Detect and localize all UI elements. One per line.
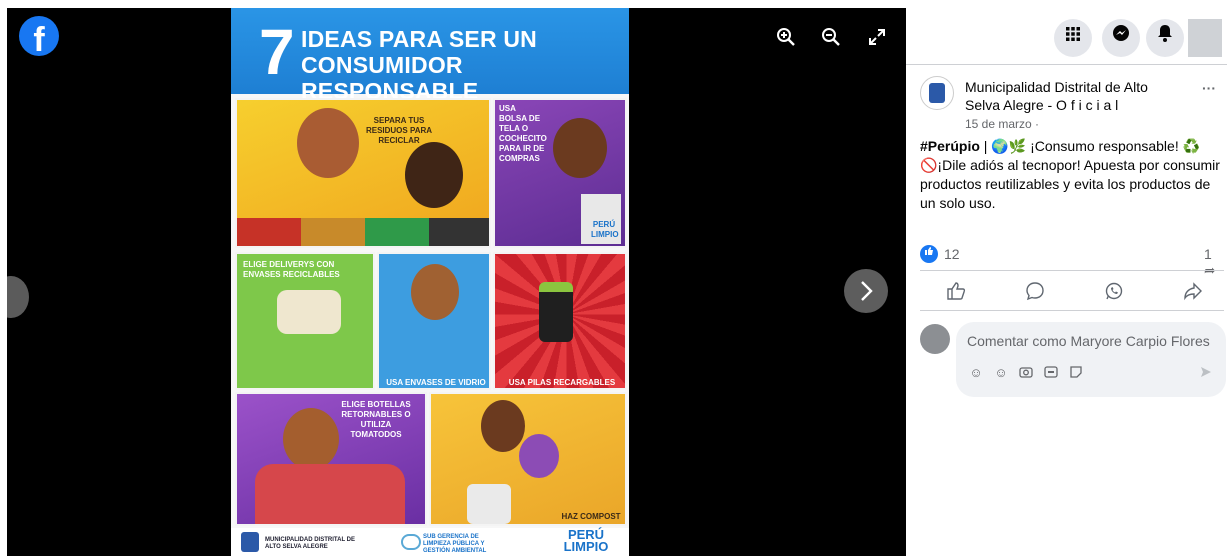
- facebook-logo-icon[interactable]: f: [19, 16, 59, 56]
- emoji-icon[interactable]: ☺: [993, 365, 1009, 381]
- previous-photo-button[interactable]: [7, 276, 29, 318]
- top-divider: [906, 64, 1227, 65]
- like-button[interactable]: [944, 281, 968, 303]
- comment-placeholder: Comentar como Maryore Carpio Flores: [967, 333, 1210, 349]
- menu-grid-icon[interactable]: [1054, 19, 1092, 57]
- bag-tag: PERÚ LIMPIO: [591, 220, 619, 239]
- compost-sack: [467, 484, 511, 524]
- post-author[interactable]: Municipalidad Distrital de Alto Selva Al…: [965, 78, 1185, 114]
- comment-input[interactable]: Comentar como Maryore Carpio Flores ☺ ☺: [956, 322, 1226, 397]
- gardener-figure: [481, 400, 525, 452]
- sticker-icon[interactable]: [1068, 365, 1084, 381]
- panel-bolsa-label: USA BOLSA DE TELA O COCHECITO PARA IR DE…: [499, 104, 547, 163]
- panel-vidrio-label: USA ENVASES DE VIDRIO: [386, 378, 486, 387]
- avatar-sticker-icon[interactable]: ☺: [968, 365, 984, 381]
- footer-muni: MUNICIPALIDAD DISTRITAL DE ALTO SELVA AL…: [265, 537, 355, 550]
- panel-deliverys: ELIGE DELIVERYS CON ENVASES RECICLABLES: [235, 252, 375, 390]
- share-button[interactable]: [1181, 281, 1205, 303]
- share-count[interactable]: 1 ➦: [1204, 246, 1227, 279]
- post-more-button[interactable]: ···: [1202, 80, 1216, 96]
- like-reaction-icon[interactable]: [920, 245, 938, 263]
- share-count-value: 1: [1204, 246, 1212, 262]
- camera-icon[interactable]: [1018, 365, 1034, 381]
- commenter-avatar[interactable]: [920, 324, 950, 354]
- reaction-count[interactable]: 12: [944, 246, 960, 262]
- panel-botellas-label: ELIGE BOTELLAS RETORNABLES O UTILIZA TOM…: [341, 400, 411, 439]
- poster-title-line2: CONSUMIDOR RESPONSABLE: [301, 52, 479, 104]
- post-text: #Perúpio | 🌍🌿 ¡Consumo responsable! ♻️ 🚫…: [920, 137, 1224, 213]
- poster-number: 7: [259, 16, 295, 88]
- armchair: [255, 464, 405, 524]
- gif-icon[interactable]: [1043, 365, 1059, 381]
- post-date[interactable]: 15 de marzo ·: [965, 117, 1039, 131]
- muni-seal-icon: [241, 532, 259, 552]
- whatsapp-send-button[interactable]: [1102, 281, 1126, 303]
- photo-viewer-page: f 7 IDEAS PARA SER UN CONSUMIDOR RESPONS…: [0, 0, 1227, 556]
- panel-separa-label: SEPARA TUS RESIDUOS PARA RECICLAR: [365, 116, 433, 145]
- man-eating-figure: [411, 264, 459, 320]
- girl-figure: [519, 434, 559, 478]
- recycling-bins: [237, 218, 489, 246]
- zoom-in-icon[interactable]: [775, 26, 801, 52]
- account-avatar[interactable]: [1188, 19, 1222, 57]
- panel-deliverys-label: ELIGE DELIVERYS CON ENVASES RECICLABLES: [243, 260, 340, 279]
- zoom-out-icon[interactable]: [820, 26, 846, 52]
- container-box: [277, 290, 341, 334]
- panel-botellas: ELIGE BOTELLAS RETORNABLES O UTILIZA TOM…: [235, 392, 427, 526]
- panel-separa: SEPARA TUS RESIDUOS PARA RECICLAR: [235, 98, 491, 248]
- panel-bolsa: USA BOLSA DE TELA O COCHECITO PARA IR DE…: [493, 98, 627, 248]
- poster-image: 7 IDEAS PARA SER UN CONSUMIDOR RESPONSAB…: [231, 8, 629, 556]
- post-sidebar: Municipalidad Distrital de Alto Selva Al…: [906, 0, 1227, 556]
- post-text-part2: 🚫¡Dile adiós al tecnopor! Apuesta por co…: [920, 157, 1220, 211]
- poster-footer: MUNICIPALIDAD DISTRITAL DE ALTO SELVA AL…: [231, 528, 629, 556]
- reactions-divider: [920, 270, 1224, 271]
- panel-vidrio: USA ENVASES DE VIDRIO: [377, 252, 491, 390]
- man-drinking-figure: [283, 408, 339, 470]
- poster-title: IDEAS PARA SER UN CONSUMIDOR RESPONSABLE: [301, 26, 621, 104]
- panel-pilas-label: USA PILAS RECARGABLES: [508, 378, 616, 387]
- man-figure: [297, 108, 359, 178]
- fullscreen-icon[interactable]: [866, 26, 892, 52]
- actions-divider: [920, 310, 1224, 311]
- footer-sub: SUB GERENCIA DE LIMPIEZA PÚBLICA Y GESTI…: [423, 534, 487, 554]
- panel-pilas: USA PILAS RECARGABLES: [493, 252, 627, 390]
- photo-viewer: f 7 IDEAS PARA SER UN CONSUMIDOR RESPONS…: [7, 8, 906, 556]
- next-photo-button[interactable]: [844, 269, 888, 313]
- post-text-part1: | 🌍🌿 ¡Consumo responsable! ♻️: [979, 138, 1201, 154]
- poster-title-line1: IDEAS PARA SER UN: [301, 26, 537, 52]
- panel-compost: HAZ COMPOST: [429, 392, 627, 526]
- recycle-logo-icon: [401, 534, 421, 550]
- send-icon[interactable]: [1199, 365, 1213, 382]
- footer-peru: PERÚ LIMPIO: [563, 527, 609, 554]
- comment-button[interactable]: [1023, 281, 1047, 303]
- notifications-icon[interactable]: [1146, 19, 1184, 57]
- battery: [539, 282, 573, 342]
- panel-compost-label: HAZ COMPOST: [561, 512, 621, 521]
- post-hashtag[interactable]: #Perúpio: [920, 138, 980, 154]
- messenger-icon[interactable]: [1102, 19, 1140, 57]
- page-avatar[interactable]: [920, 76, 954, 110]
- woman-glasses-figure: [553, 118, 607, 178]
- woman-figure: [405, 142, 463, 208]
- poster-header: 7 IDEAS PARA SER UN CONSUMIDOR RESPONSAB…: [231, 8, 629, 104]
